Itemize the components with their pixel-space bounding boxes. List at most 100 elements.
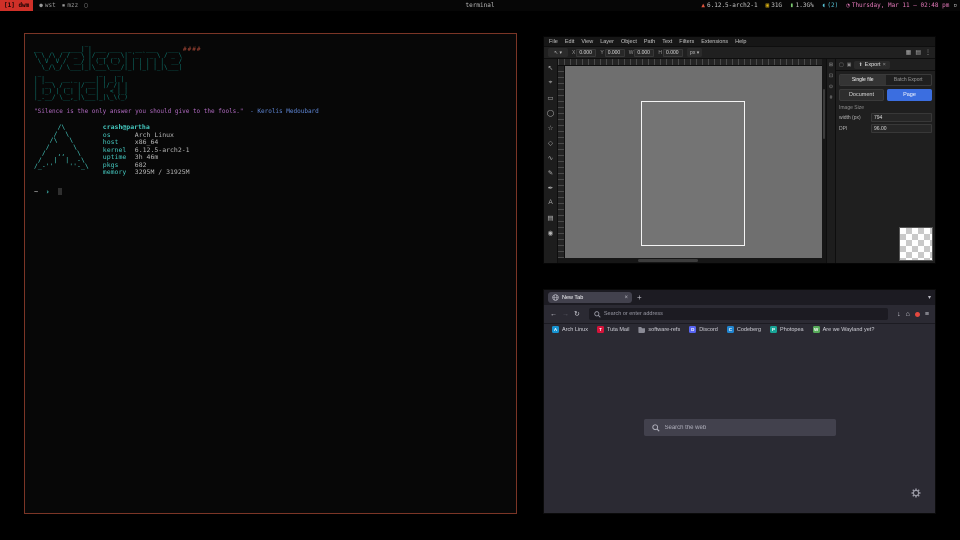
menu-item[interactable]: Text (662, 39, 672, 45)
bookmark-codeberg[interactable]: C Codeberg (727, 326, 761, 333)
downloads-icon[interactable]: ↓ (897, 311, 901, 318)
coordinate-spinbox[interactable]: 0.000 (663, 49, 683, 57)
tool-button[interactable]: ▤ (544, 210, 557, 225)
tool-button[interactable]: ☆ (544, 120, 557, 135)
field-label: memory (103, 169, 135, 177)
tool-button[interactable]: ✎ (544, 165, 557, 180)
status-module: ◖ (2) (822, 2, 838, 9)
coordinate-spinbox[interactable]: 0.000 (576, 49, 596, 57)
bookmark-folder-software-refs[interactable]: software-refs (638, 326, 680, 333)
bookmark-tuta-mail[interactable]: T Tuta Mail (597, 326, 629, 333)
snap-icon[interactable]: ⊡ (829, 73, 833, 79)
snap-icon[interactable]: ⊞ (829, 62, 833, 68)
menu-item[interactable]: View (581, 39, 593, 45)
web-search-box[interactable] (644, 419, 836, 436)
tab-close-icon[interactable]: × (624, 295, 628, 301)
reload-button[interactable]: ↻ (574, 310, 580, 318)
snap-icon[interactable]: # (830, 95, 833, 101)
menu-item[interactable]: Layer (600, 39, 614, 45)
tool-options-dropdown[interactable]: ↖ ▾ (548, 48, 568, 57)
cmdbar-icon[interactable]: ▦ (906, 49, 912, 56)
horizontal-ruler[interactable] (558, 59, 822, 66)
home-icon[interactable]: ⌂ (906, 311, 910, 318)
batch-export-tab[interactable]: Batch Export (886, 75, 932, 85)
address-bar[interactable] (589, 308, 888, 320)
active-tab[interactable]: New Tab × (548, 292, 632, 303)
menu-item[interactable]: Help (735, 39, 746, 45)
page-button[interactable]: Page (887, 89, 932, 101)
cmdbar-right-icons: ▦ ▤ ⋮ (906, 49, 931, 56)
menu-item[interactable]: File (549, 39, 558, 45)
tab-title: New Tab (562, 295, 621, 301)
bookmark-favicon: P (770, 326, 777, 333)
bookmark-label: Discord (699, 327, 718, 333)
tool-button[interactable]: ∿ (544, 150, 557, 165)
web-search-input[interactable] (665, 425, 828, 431)
bookmark-arch-linux[interactable]: A Arch Linux (552, 326, 588, 333)
tool-button[interactable]: ◉ (544, 225, 557, 240)
bookmark-discord[interactable]: D Discord (689, 326, 718, 333)
status-module: ▣ 31G (766, 2, 782, 9)
coordinate-spinbox[interactable]: 0.000 (634, 49, 654, 57)
address-input[interactable] (604, 311, 883, 317)
fetch-info: crash@partha os Arch Linux host x86_64 k… (103, 124, 190, 177)
status-modules: ▲ 6.12.5-arch2-1 ▣ 31G ▮ 1.3G% ◖ (2) ◔ T… (701, 2, 953, 9)
width-spinbox[interactable]: 794 (871, 113, 932, 122)
export-dialog-tab[interactable]: ⬆ Export × (854, 61, 889, 69)
shell-prompt[interactable]: ~ › (34, 188, 507, 196)
inkscape-menubar: File Edit View Layer Object Path Text Fi… (544, 37, 935, 46)
coordinate-spinbox[interactable]: 0.000 (605, 49, 625, 57)
tool-button[interactable]: ◯ (544, 105, 557, 120)
tool-icon: ▭ (547, 94, 553, 102)
bookmark-are-we-wayland-yet[interactable]: W Are we Wayland yet? (813, 326, 875, 333)
tool-button[interactable]: ✒ (544, 180, 557, 195)
quote-text: "Silence is the only answer you should g… (34, 108, 244, 115)
close-icon[interactable]: × (883, 62, 886, 68)
unit-dropdown[interactable]: px ▾ (687, 48, 702, 57)
tool-button[interactable]: ▭ (544, 90, 557, 105)
dock-icon[interactable]: ▣ (847, 62, 852, 68)
bookmark-label: software-refs (648, 327, 680, 333)
dpi-spinbox[interactable]: 96.00 (871, 124, 932, 133)
snap-icon[interactable]: ⊙ (829, 84, 833, 90)
tool-button[interactable]: ↖ (544, 60, 557, 75)
bookmark-photopea[interactable]: P Photopea (770, 326, 804, 333)
single-file-tab[interactable]: Single file (840, 75, 886, 85)
record-indicator-icon[interactable] (915, 312, 920, 317)
forward-button[interactable]: → (562, 311, 569, 318)
tool-button[interactable]: A (544, 195, 557, 210)
dock-icon[interactable]: ▢ (839, 62, 844, 68)
dpi-label: DPI (839, 126, 869, 132)
new-tab-page (544, 335, 935, 513)
menu-icon[interactable]: ≡ (925, 311, 929, 318)
back-button[interactable]: ← (550, 311, 557, 318)
vertical-scrollbar[interactable] (822, 59, 826, 263)
menu-item[interactable]: Filters (679, 39, 694, 45)
list-tabs-chevron-icon[interactable]: ▾ (928, 294, 931, 301)
module-text: 6.12.5-arch2-1 (707, 2, 758, 9)
document-button[interactable]: Document (839, 89, 884, 101)
scrollbar-thumb[interactable] (823, 89, 825, 139)
new-tab-button[interactable]: + (637, 294, 642, 302)
menu-item[interactable]: Path (644, 39, 655, 45)
snap-toolbar: ⊞ ⊡ ⊙ # (826, 59, 835, 263)
terminal-window[interactable]: _ __ _____| | ___ ___ _ __ ___ ___ \ \ /… (24, 33, 517, 514)
tool-button[interactable]: ◇ (544, 135, 557, 150)
tool-button[interactable]: ⌖ (544, 75, 557, 90)
bookmark-label: Photopea (780, 327, 804, 333)
cmdbar-icon[interactable]: ▤ (915, 49, 921, 56)
prompt-path: ~ (34, 188, 38, 196)
menu-item[interactable]: Extensions (701, 39, 728, 45)
dpi-row: DPI 96.00 (839, 124, 932, 133)
menu-item[interactable]: Edit (565, 39, 574, 45)
gear-icon[interactable] (911, 485, 921, 503)
vertical-ruler[interactable] (558, 66, 565, 258)
cmdbar-icon[interactable]: ⋮ (925, 49, 931, 56)
horizontal-scrollbar[interactable] (558, 258, 822, 263)
quote-author: - Kerolis Medoubard (250, 108, 319, 115)
coordinate-field: X 0.000 (572, 49, 596, 57)
menu-item[interactable]: Object (621, 39, 637, 45)
coordinate-field: Y 0.000 (600, 49, 624, 57)
scrollbar-thumb[interactable] (638, 259, 698, 262)
inkscape-canvas[interactable] (565, 66, 822, 258)
